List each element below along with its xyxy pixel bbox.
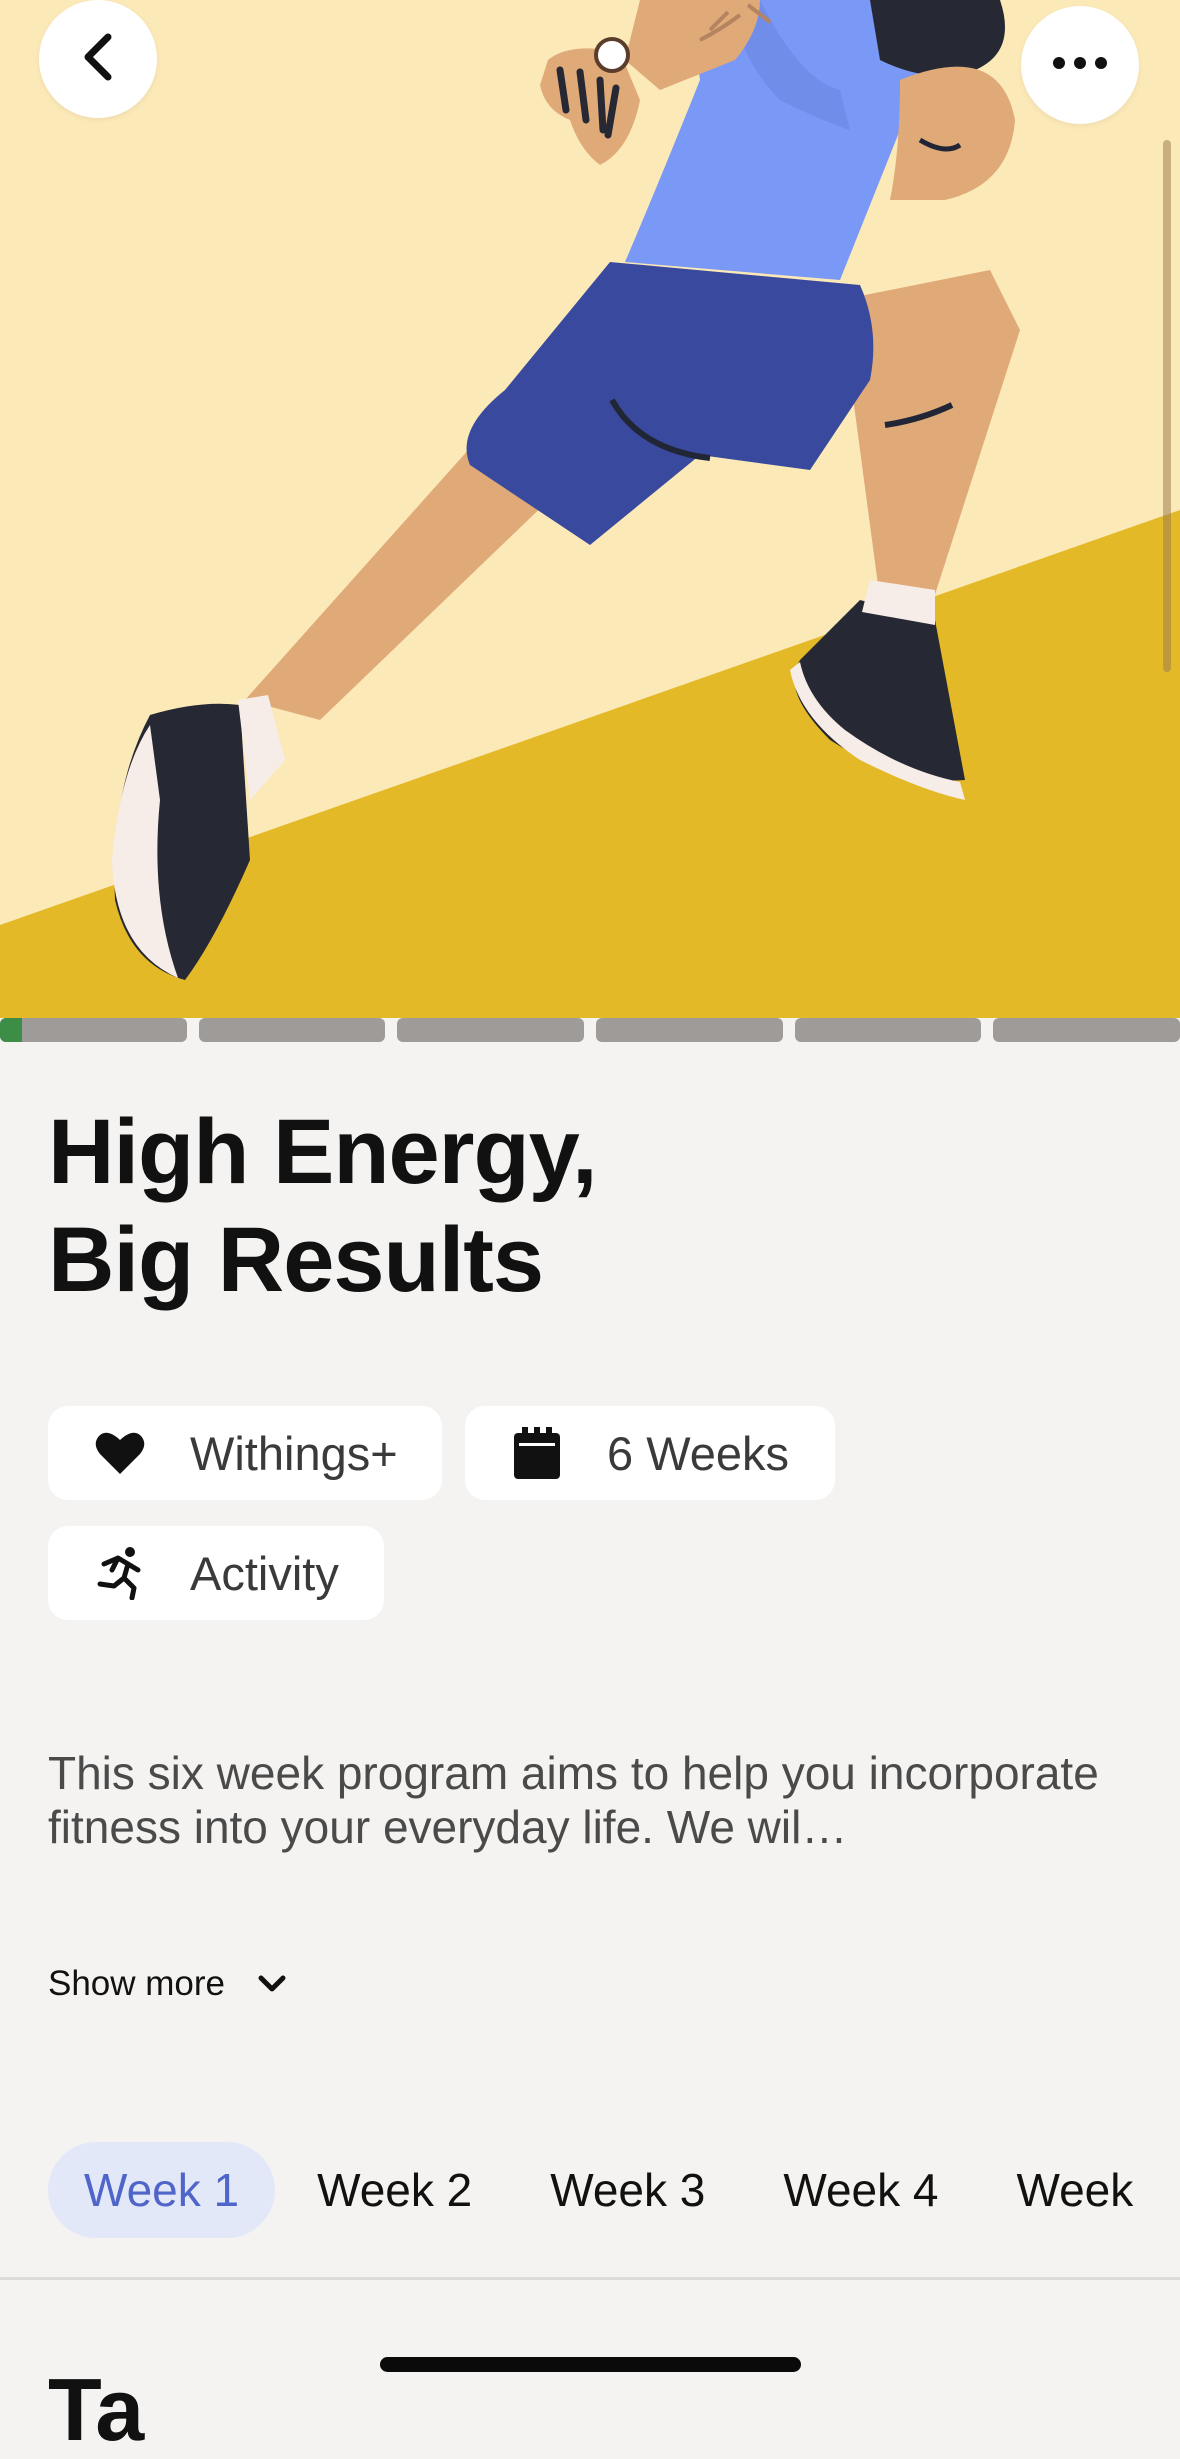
story-progress	[0, 1018, 1180, 1044]
running-person-icon	[94, 1547, 146, 1600]
membership-label: Withings+	[190, 1426, 398, 1480]
hero-illustration	[0, 0, 1180, 1018]
progress-segment	[596, 1018, 783, 1042]
section-heading-peek: Ta	[48, 2360, 145, 2459]
more-options-icon	[1052, 56, 1108, 75]
progress-segment	[397, 1018, 585, 1042]
show-more-button[interactable]: Show more	[48, 1964, 287, 2004]
tab-week-1[interactable]: Week 1	[48, 2142, 276, 2238]
tab-week-2[interactable]: Week 2	[317, 2142, 472, 2238]
category-label: Activity	[190, 1546, 339, 1600]
more-options-button[interactable]	[1021, 6, 1139, 124]
progress-segment	[198, 1018, 386, 1042]
tab-week-5[interactable]: Week	[1017, 2142, 1134, 2238]
duration-label: 6 Weeks	[607, 1426, 789, 1480]
back-button[interactable]	[39, 0, 157, 118]
progress-segment	[993, 1018, 1180, 1042]
divider	[0, 2277, 1180, 2280]
week-tabs: Week 1 Week 2 Week 3 Week 4 Week	[48, 2142, 1180, 2238]
progress-fill	[0, 1018, 22, 1042]
progress-segment	[794, 1018, 982, 1042]
tab-week-4[interactable]: Week 4	[783, 2142, 938, 2238]
program-title: High Energy, Big Results	[48, 1101, 598, 1311]
heart-icon	[94, 1427, 146, 1479]
calendar-icon	[511, 1427, 563, 1479]
progress-segment	[0, 1018, 187, 1042]
back-arrow-icon	[78, 33, 118, 86]
scroll-indicator	[1163, 140, 1171, 672]
home-indicator[interactable]	[380, 2357, 801, 2372]
tab-week-3[interactable]: Week 3	[550, 2142, 705, 2238]
membership-chip: Withings+	[48, 1406, 442, 1500]
program-description: This six week program aims to help you i…	[48, 1747, 1099, 1853]
chevron-down-icon	[257, 1974, 287, 1994]
duration-chip: 6 Weeks	[465, 1406, 835, 1500]
show-more-label: Show more	[48, 1964, 226, 2003]
category-chip: Activity	[48, 1526, 384, 1620]
